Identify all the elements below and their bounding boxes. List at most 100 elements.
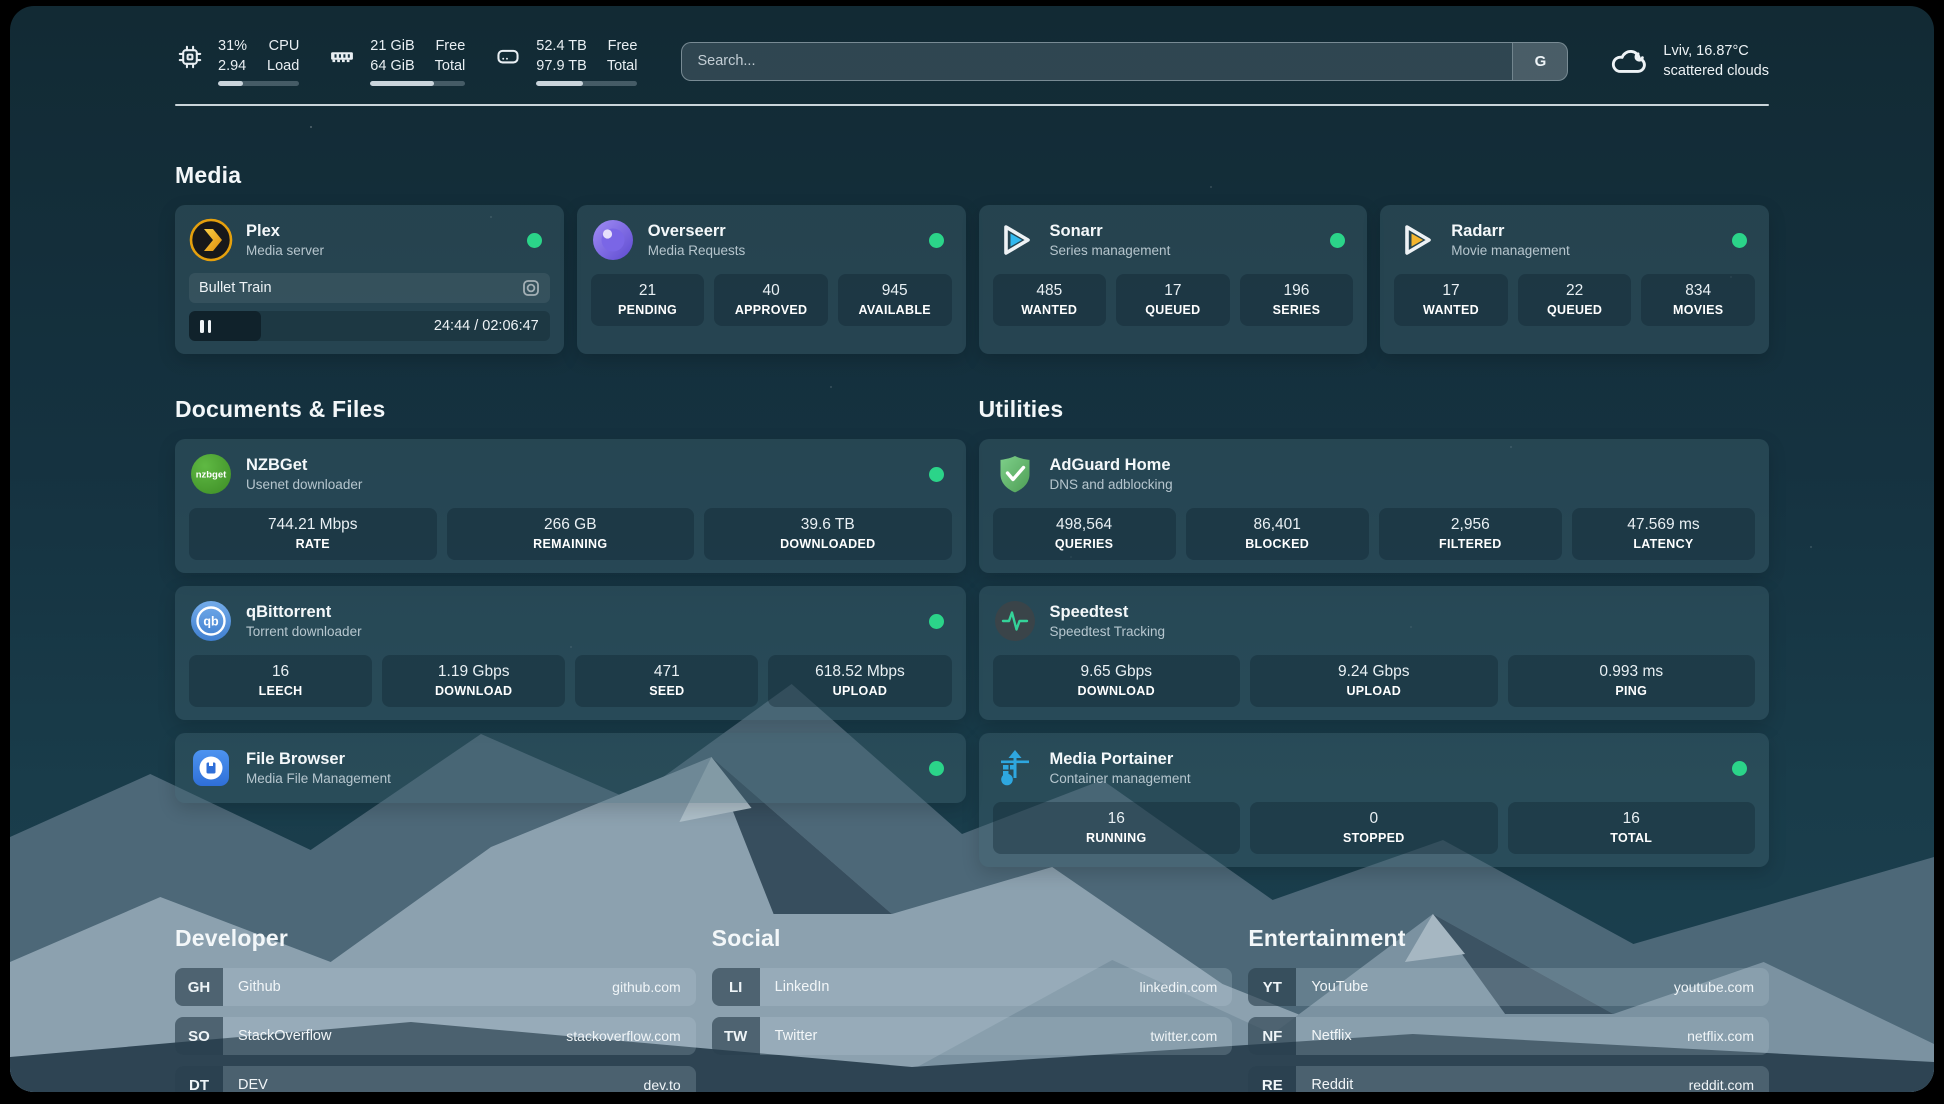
ram-icon	[327, 42, 357, 72]
nzbget-card[interactable]: nzbget NZBGet Usenet downloader 74	[175, 439, 966, 573]
app-subtitle: Speedtest Tracking	[1050, 624, 1166, 639]
stat-label: UPLOAD	[772, 684, 947, 698]
status-dot	[1732, 233, 1747, 248]
stat-value: 618.52 Mbps	[772, 663, 947, 681]
section-title-media: Media	[175, 162, 1769, 189]
stat-label: DOWNLOAD	[386, 684, 561, 698]
bookmark-abbr: GH	[175, 968, 223, 1006]
stat-downloaded: 39.6 TB DOWNLOADED	[704, 508, 952, 560]
speedtest-card[interactable]: Speedtest Speedtest Tracking 9.65 Gbps D…	[979, 586, 1770, 720]
bookmark-twitter[interactable]: TW Twitter twitter.com	[712, 1017, 1233, 1055]
plex-card[interactable]: Plex Media server Bullet Train	[175, 205, 564, 354]
bookmark-url: twitter.com	[1150, 1028, 1217, 1044]
filebrowser-icon	[189, 746, 233, 790]
stat-value: 0	[1254, 810, 1494, 828]
stat-queries: 498,564 QUERIES	[993, 508, 1176, 560]
bookmark-abbr: NF	[1248, 1017, 1296, 1055]
stat-label: APPROVED	[718, 303, 824, 317]
status-dot	[1330, 233, 1345, 248]
section-title-social: Social	[712, 925, 1233, 952]
bookmark-abbr: TW	[712, 1017, 760, 1055]
now-playing-title: Bullet Train	[199, 280, 272, 296]
filebrowser-card[interactable]: File Browser Media File Management	[175, 733, 966, 803]
stat-leech: 16 LEECH	[189, 655, 372, 707]
stat-download: 9.65 Gbps DOWNLOAD	[993, 655, 1241, 707]
status-dot	[527, 233, 542, 248]
stat-label: RATE	[193, 537, 433, 551]
stat-label: UPLOAD	[1254, 684, 1494, 698]
stat-label: REMAINING	[451, 537, 691, 551]
qbittorrent-card[interactable]: qb qBittorrent Torrent downloader	[175, 586, 966, 720]
session-media-icon[interactable]	[522, 279, 540, 297]
bookmark-abbr: LI	[712, 968, 760, 1006]
bookmark-reddit[interactable]: RE Reddit reddit.com	[1248, 1066, 1769, 1092]
portainer-card[interactable]: Media Portainer Container management 16 …	[979, 733, 1770, 867]
bookmark-abbr: YT	[1248, 968, 1296, 1006]
status-dot	[1732, 761, 1747, 776]
stat-latency: 47.569 ms LATENCY	[1572, 508, 1755, 560]
app-title: Sonarr	[1050, 222, 1171, 241]
search-engine-button[interactable]: G	[1512, 43, 1567, 80]
stat-value: 196	[1244, 282, 1350, 300]
cpu-labels: CPU Load	[267, 36, 299, 76]
disk-values: 52.4 TB 97.9 TB	[536, 36, 587, 76]
stat-value: 0.993 ms	[1512, 663, 1752, 681]
search-input[interactable]	[682, 43, 1512, 80]
app-title: Speedtest	[1050, 603, 1166, 622]
stat-label: PING	[1512, 684, 1752, 698]
app-subtitle: Container management	[1050, 771, 1191, 786]
plex-icon	[189, 218, 233, 262]
bookmark-name: LinkedIn	[775, 979, 830, 995]
ram-labels: Free Total	[435, 36, 466, 76]
app-subtitle: Movie management	[1451, 243, 1570, 258]
stat-wanted: 485 WANTED	[993, 274, 1107, 326]
nzbget-icon-text: nzbget	[196, 470, 227, 481]
qbittorrent-icon: qb	[189, 599, 233, 643]
bookmark-linkedin[interactable]: LI LinkedIn linkedin.com	[712, 968, 1233, 1006]
portainer-icon	[993, 746, 1037, 790]
disk-progressbar	[536, 81, 637, 86]
stat-value: 17	[1120, 282, 1226, 300]
top-bar: 31% 2.94 CPU Load	[175, 36, 1769, 86]
disk-progress-fill	[536, 81, 583, 86]
stat-approved: 40 APPROVED	[714, 274, 828, 326]
topbar-divider	[175, 104, 1769, 106]
stat-label: QUEUED	[1522, 303, 1628, 317]
bookmark-netflix[interactable]: NF Netflix netflix.com	[1248, 1017, 1769, 1055]
stat-label: SERIES	[1244, 303, 1350, 317]
bookmark-github[interactable]: GH Github github.com	[175, 968, 696, 1006]
ram-widget: 21 GiB 64 GiB Free Total	[327, 36, 465, 86]
radarr-card[interactable]: Radarr Movie management 17 WANTED 22 QUE…	[1380, 205, 1769, 354]
stat-value: 9.65 Gbps	[997, 663, 1237, 681]
bookmark-dev[interactable]: DT DEV dev.to	[175, 1066, 696, 1092]
ram-free: 21 GiB	[370, 36, 414, 56]
adguard-card[interactable]: AdGuard Home DNS and adblocking 498,564 …	[979, 439, 1770, 573]
stat-value: 471	[579, 663, 754, 681]
bookmark-name: Twitter	[775, 1028, 818, 1044]
cloud-icon	[1608, 40, 1650, 82]
stat-value: 485	[997, 282, 1103, 300]
overseerr-card[interactable]: Overseerr Media Requests 21 PENDING 40 A…	[577, 205, 966, 354]
sonarr-card[interactable]: Sonarr Series management 485 WANTED 17 Q…	[979, 205, 1368, 354]
bookmark-stackoverflow[interactable]: SO StackOverflow stackoverflow.com	[175, 1017, 696, 1055]
stat-label: PENDING	[595, 303, 701, 317]
bookmark-abbr: DT	[175, 1066, 223, 1092]
bookmark-youtube[interactable]: YT YouTube youtube.com	[1248, 968, 1769, 1006]
pause-button[interactable]	[189, 320, 211, 333]
bookmark-url: netflix.com	[1687, 1028, 1754, 1044]
media-grid: Plex Media server Bullet Train	[175, 205, 1769, 354]
disk-free: 52.4 TB	[536, 36, 587, 56]
cpu-progressbar	[218, 81, 299, 86]
section-title-documents: Documents & Files	[175, 396, 966, 423]
stat-remaining: 266 GB REMAINING	[447, 508, 695, 560]
stat-queued: 22 QUEUED	[1518, 274, 1632, 326]
app-subtitle: Torrent downloader	[246, 624, 362, 639]
disk-total-label: Total	[607, 56, 638, 76]
playback-progress: 24:44 / 02:06:47	[189, 311, 550, 341]
bookmark-name: YouTube	[1311, 979, 1368, 995]
stat-label: WANTED	[997, 303, 1103, 317]
cpu-label: CPU	[267, 36, 299, 56]
bookmark-name: StackOverflow	[238, 1028, 331, 1044]
stat-value: 40	[718, 282, 824, 300]
stat-value: 16	[1512, 810, 1752, 828]
